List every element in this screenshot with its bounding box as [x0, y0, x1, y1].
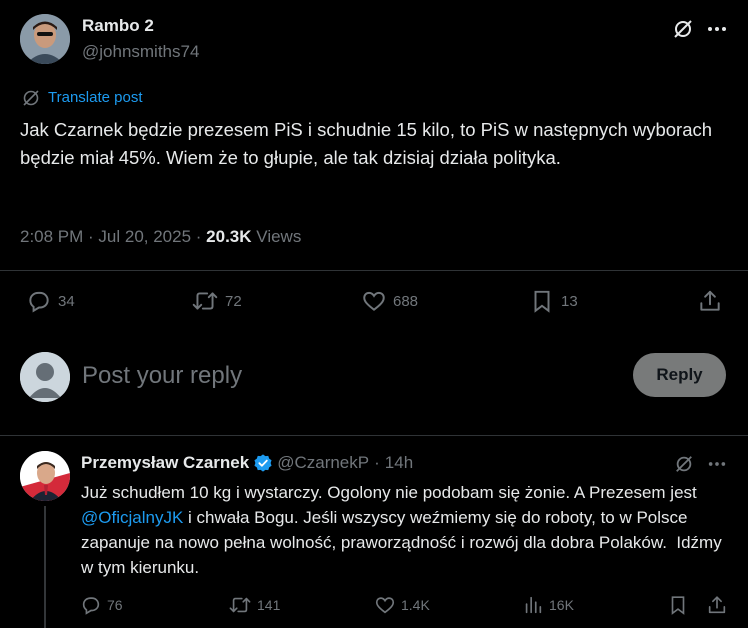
reply-post-text: Już schudłem 10 kg i wystarczy. Ogolony …	[81, 480, 736, 580]
share-icon[interactable]	[697, 288, 723, 314]
post-timestamp[interactable]: 2:08 PM · Jul 20, 2025 ·	[20, 227, 201, 246]
post-text: Jak Czarnek będzie prezesem PiS i schudn…	[20, 119, 713, 168]
translate-post-link[interactable]: Translate post	[48, 89, 143, 106]
divider	[0, 435, 748, 436]
more-options-icon[interactable]	[706, 18, 728, 40]
mention-link[interactable]: @OficjalnyJK	[81, 508, 183, 527]
divider	[0, 270, 748, 271]
heart-icon	[374, 594, 396, 616]
grok-icon[interactable]	[674, 454, 694, 474]
reply-input[interactable]: Post your reply	[82, 362, 242, 390]
reply-icon	[26, 288, 52, 314]
reply-post-header: Przemysław Czarnek @CzarnekP · 14h	[81, 453, 413, 473]
share-icon[interactable]	[706, 594, 728, 616]
post-meta: 2:08 PM · Jul 20, 2025 · 20.3K Views	[20, 227, 301, 247]
reply-count: 34	[58, 292, 75, 310]
repost-icon	[228, 594, 252, 616]
reply-action[interactable]: 76	[80, 594, 123, 616]
views-count: 16K	[549, 597, 574, 613]
like-count: 1.4K	[401, 597, 430, 613]
reply-author-name[interactable]: Przemysław Czarnek	[81, 453, 249, 473]
reply-count: 76	[107, 597, 123, 613]
thread-line	[44, 506, 46, 628]
repost-count: 141	[257, 597, 281, 613]
reply-author-handle[interactable]: @CzarnekP	[277, 453, 369, 473]
translate-icon[interactable]	[22, 89, 40, 107]
grok-icon[interactable]	[672, 18, 694, 40]
author-avatar[interactable]	[20, 14, 70, 64]
views-label: Views	[256, 227, 302, 246]
more-options-icon[interactable]	[707, 454, 727, 474]
repost-count: 72	[225, 292, 242, 310]
bookmark-count: 13	[561, 292, 578, 310]
reply-author-avatar[interactable]	[20, 451, 70, 501]
bookmark-icon[interactable]	[667, 594, 689, 616]
bookmark-action[interactable]: 13	[529, 288, 578, 314]
like-count: 688	[393, 292, 419, 310]
views-action[interactable]: 16K	[522, 594, 574, 616]
analytics-icon	[522, 594, 544, 616]
separator-dot: ·	[374, 453, 380, 472]
reply-button[interactable]: Reply	[633, 353, 726, 397]
reply-text-part: Już schudłem 10 kg i wystarczy. Ogolony …	[81, 483, 697, 502]
like-action[interactable]: 1.4K	[374, 594, 430, 616]
like-action[interactable]: 688	[361, 288, 418, 314]
user-avatar	[20, 352, 70, 402]
verified-badge-icon[interactable]	[253, 453, 273, 473]
bookmark-icon	[529, 288, 555, 314]
heart-icon	[361, 288, 387, 314]
repost-action[interactable]: 72	[191, 288, 242, 314]
reply-icon	[80, 594, 102, 616]
reply-action[interactable]: 34	[26, 288, 75, 314]
author-name[interactable]: Rambo 2	[82, 16, 154, 36]
views-count: 20.3K	[206, 227, 252, 246]
repost-icon	[191, 288, 219, 314]
author-handle[interactable]: @johnsmiths74	[82, 42, 199, 62]
reply-time[interactable]: 14h	[385, 453, 413, 473]
repost-action[interactable]: 141	[228, 594, 280, 616]
